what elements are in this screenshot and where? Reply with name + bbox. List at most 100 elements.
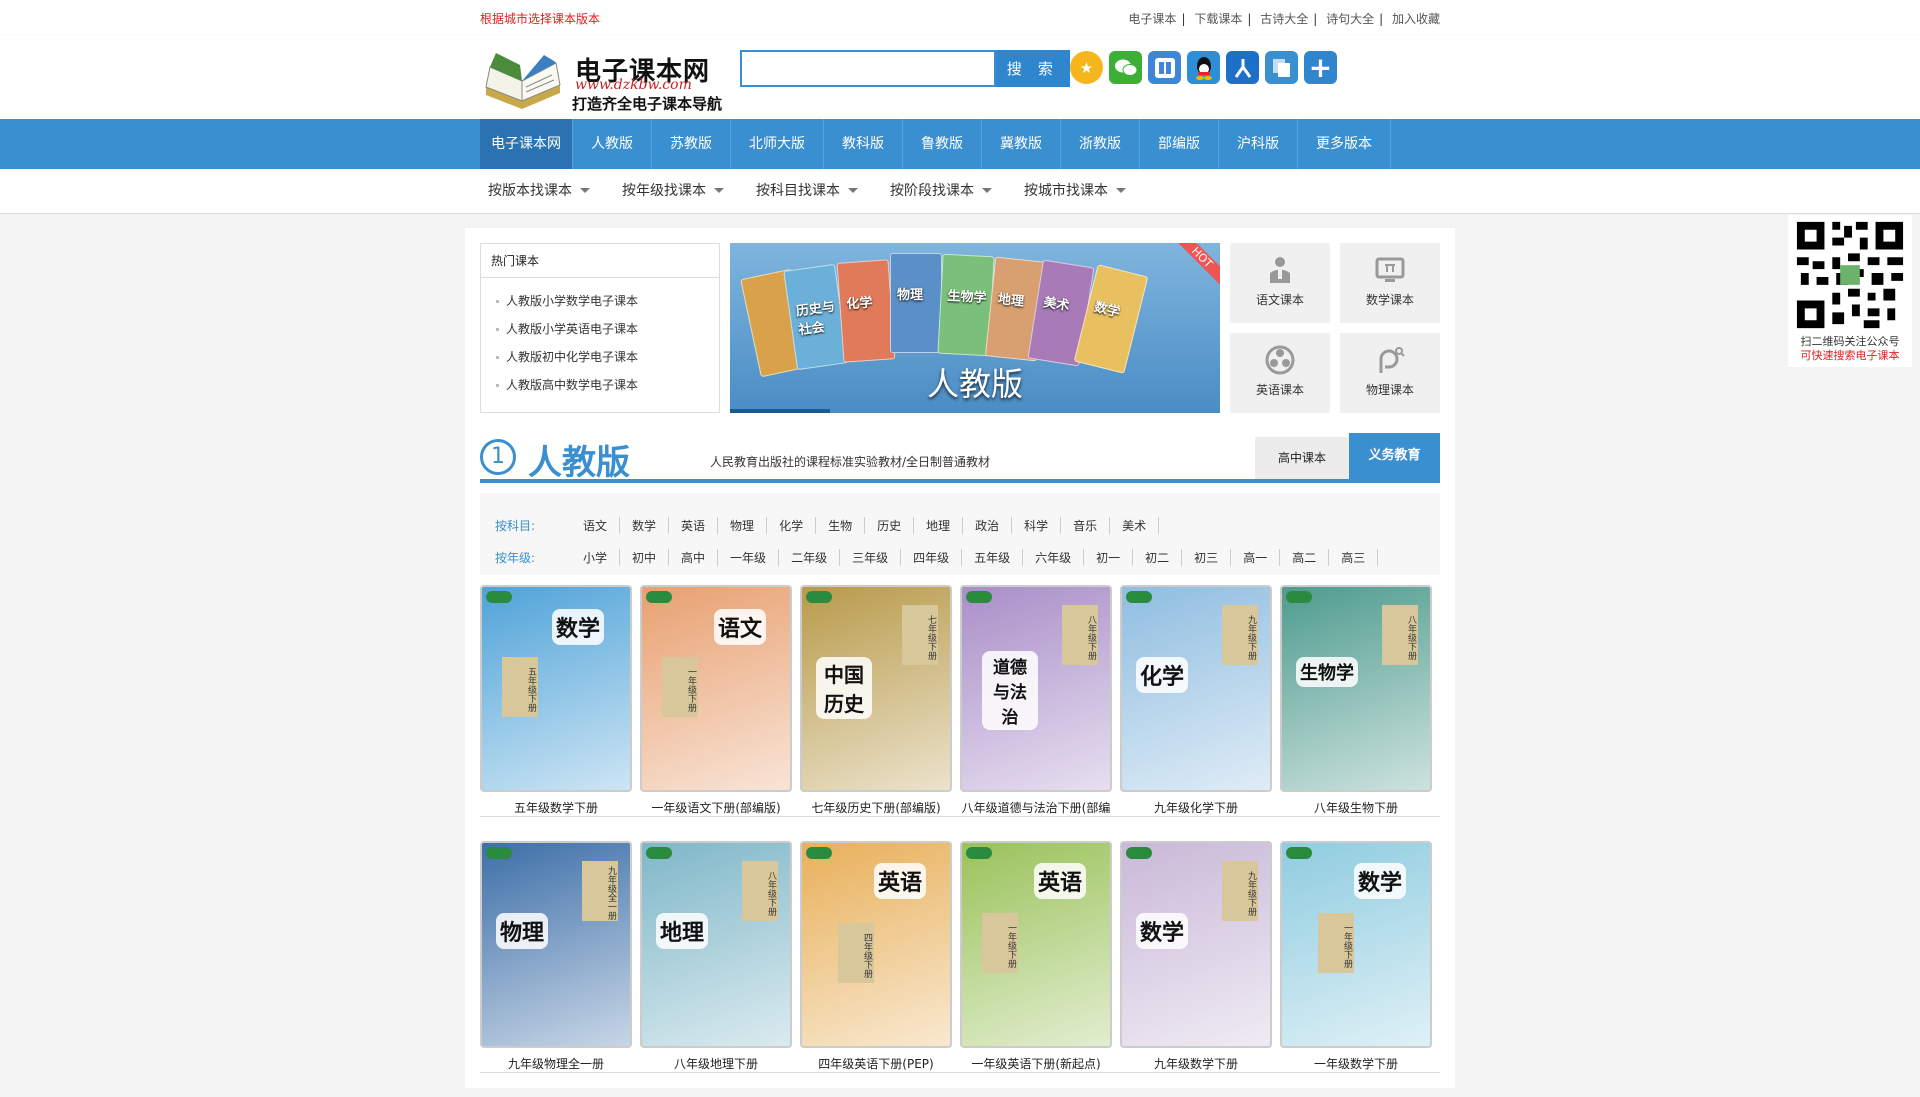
textbook-cover[interactable]: 生物学 八年级下册 xyxy=(1280,585,1432,792)
textbook-title[interactable]: 八年级地理下册 xyxy=(640,1055,792,1072)
filter-grade[interactable]: 高三 xyxy=(1329,549,1379,566)
filter-grade[interactable]: 高中 xyxy=(669,549,719,566)
nav-zhejiao[interactable]: 浙教版 xyxy=(1061,119,1140,169)
textbook-title[interactable]: 八年级道德与法治下册(部编 xyxy=(960,799,1112,816)
filter-grade[interactable]: 二年级 xyxy=(779,549,841,566)
filter-subject[interactable]: 数学 xyxy=(620,517,670,534)
filter-subject[interactable]: 历史 xyxy=(865,517,915,534)
textbook-card[interactable]: 语文 一年级下册 一年级语文下册(部编版) xyxy=(640,585,792,816)
filter-grade[interactable]: 三年级 xyxy=(840,549,902,566)
textbook-card[interactable]: 英语 一年级下册 一年级英语下册(新起点) xyxy=(960,841,1112,1072)
textbook-title[interactable]: 四年级英语下册(PEP) xyxy=(800,1055,952,1072)
nav-renjiao[interactable]: 人教版 xyxy=(573,119,652,169)
filter-subject[interactable]: 生物 xyxy=(816,517,866,534)
top-link-download[interactable]: 下载课本 xyxy=(1194,12,1242,26)
textbook-title[interactable]: 九年级化学下册 xyxy=(1120,799,1272,816)
filter-grade[interactable]: 小学 xyxy=(571,549,621,566)
tile-english[interactable]: 英语课本 xyxy=(1230,333,1330,413)
subnav-by-subject[interactable]: 按科目找课本 xyxy=(748,169,866,214)
textbook-card[interactable]: 物理 九年级全一册 九年级物理全一册 xyxy=(480,841,632,1072)
textbook-card[interactable]: 化学 九年级下册 九年级化学下册 xyxy=(1120,585,1272,816)
textbook-card[interactable]: 数学 一年级下册 一年级数学下册 xyxy=(1280,841,1432,1072)
copy-icon[interactable] xyxy=(1265,51,1298,84)
top-link-ebook[interactable]: 电子课本 xyxy=(1128,12,1176,26)
search-button[interactable]: 搜 索 xyxy=(995,50,1070,87)
filter-subject[interactable]: 语文 xyxy=(571,517,621,534)
textbook-card[interactable]: 英语 四年级下册 四年级英语下册(PEP) xyxy=(800,841,952,1072)
tab-compulsory[interactable]: 义务教育 xyxy=(1349,433,1440,479)
filter-subject[interactable]: 政治 xyxy=(963,517,1013,534)
textbook-title[interactable]: 五年级数学下册 xyxy=(480,799,632,816)
nav-home[interactable]: 电子课本网 xyxy=(480,119,573,169)
textbook-card[interactable]: 生物学 八年级下册 八年级生物下册 xyxy=(1280,585,1432,816)
filter-subject[interactable]: 音乐 xyxy=(1061,517,1111,534)
tile-chinese[interactable]: 语文课本 xyxy=(1230,243,1330,323)
textbook-cover[interactable]: 物理 九年级全一册 xyxy=(480,841,632,1048)
textbook-cover[interactable]: 数学 一年级下册 xyxy=(1280,841,1432,1048)
tile-math[interactable]: 数学课本 xyxy=(1340,243,1440,323)
textbook-card[interactable]: 数学 五年级下册 五年级数学下册 xyxy=(480,585,632,816)
filter-subject[interactable]: 科学 xyxy=(1012,517,1062,534)
textbook-title[interactable]: 一年级语文下册(部编版) xyxy=(640,799,792,816)
textbook-card[interactable]: 道德与法治 八年级下册 八年级道德与法治下册(部编 xyxy=(960,585,1112,816)
filter-grade[interactable]: 初一 xyxy=(1084,549,1134,566)
nav-huke[interactable]: 沪科版 xyxy=(1219,119,1298,169)
textbook-cover[interactable]: 道德与法治 八年级下册 xyxy=(960,585,1112,792)
subnav-by-edition[interactable]: 按版本找课本 xyxy=(480,169,598,214)
textbook-card[interactable]: 中国历史 七年级下册 七年级历史下册(部编版) xyxy=(800,585,952,816)
textbook-title[interactable]: 七年级历史下册(部编版) xyxy=(800,799,952,816)
nav-beishida[interactable]: 北师大版 xyxy=(731,119,824,169)
textbook-cover[interactable]: 中国历史 七年级下册 xyxy=(800,585,952,792)
nav-lujiao[interactable]: 鲁教版 xyxy=(903,119,982,169)
textbook-cover[interactable]: 英语 一年级下册 xyxy=(960,841,1112,1048)
textbook-title[interactable]: 八年级生物下册 xyxy=(1280,799,1432,816)
subnav-by-stage[interactable]: 按阶段找课本 xyxy=(882,169,1000,214)
textbook-title[interactable]: 九年级数学下册 xyxy=(1120,1055,1272,1072)
renren-icon[interactable] xyxy=(1226,51,1259,84)
textbook-cover[interactable]: 英语 四年级下册 xyxy=(800,841,952,1048)
filter-grade[interactable]: 初三 xyxy=(1182,549,1232,566)
filter-grade[interactable]: 五年级 xyxy=(962,549,1024,566)
filter-subject[interactable]: 地理 xyxy=(914,517,964,534)
textbook-title[interactable]: 九年级物理全一册 xyxy=(480,1055,632,1072)
filter-subject[interactable]: 化学 xyxy=(767,517,817,534)
filter-grade[interactable]: 高二 xyxy=(1280,549,1330,566)
textbook-cover[interactable]: 语文 一年级下册 xyxy=(640,585,792,792)
subnav-by-city[interactable]: 按城市找课本 xyxy=(1016,169,1134,214)
top-link-bookmark[interactable]: 加入收藏 xyxy=(1392,12,1440,26)
filter-grade[interactable]: 一年级 xyxy=(718,549,780,566)
nav-jijiao[interactable]: 冀教版 xyxy=(982,119,1061,169)
qq-icon[interactable] xyxy=(1187,51,1220,84)
textbook-card[interactable]: 地理 八年级下册 八年级地理下册 xyxy=(640,841,792,1072)
banner-slider[interactable]: 历史与社会 化学 物理 生物学 地理 美术 数学 HOT 人教版 xyxy=(730,243,1220,413)
top-link-verses[interactable]: 诗句大全 xyxy=(1326,12,1374,26)
search-input[interactable] xyxy=(740,50,996,87)
filter-grade[interactable]: 初中 xyxy=(620,549,670,566)
textbook-cover[interactable]: 地理 八年级下册 xyxy=(640,841,792,1048)
textbook-cover[interactable]: 化学 九年级下册 xyxy=(1120,585,1272,792)
top-link-poems[interactable]: 古诗大全 xyxy=(1260,12,1308,26)
site-logo[interactable]: 电子课本网 www.dzkbw.com 打造齐全电子课本导航 xyxy=(482,41,722,117)
city-select-tip[interactable]: 根据城市选择课本版本 xyxy=(480,10,600,27)
textbook-cover[interactable]: 数学 九年级下册 xyxy=(1120,841,1272,1048)
tab-high-school[interactable]: 高中课本 xyxy=(1255,437,1349,479)
hot-item[interactable]: 人教版高中数学电子课本 xyxy=(481,371,719,399)
filter-grade[interactable]: 四年级 xyxy=(901,549,963,566)
nav-more[interactable]: 更多版本 xyxy=(1298,119,1391,169)
tieba-icon[interactable] xyxy=(1148,51,1181,84)
more-share-icon[interactable]: + xyxy=(1304,51,1337,84)
textbook-card[interactable]: 数学 九年级下册 九年级数学下册 xyxy=(1120,841,1272,1072)
filter-subject[interactable]: 英语 xyxy=(669,517,719,534)
textbook-title[interactable]: 一年级数学下册 xyxy=(1280,1055,1432,1072)
filter-grade[interactable]: 高一 xyxy=(1231,549,1281,566)
qzone-icon[interactable]: ★ xyxy=(1070,51,1103,84)
filter-grade[interactable]: 六年级 xyxy=(1023,549,1085,566)
nav-jiaoke[interactable]: 教科版 xyxy=(824,119,903,169)
filter-subject[interactable]: 美术 xyxy=(1110,517,1160,534)
subnav-by-grade[interactable]: 按年级找课本 xyxy=(614,169,732,214)
textbook-cover[interactable]: 数学 五年级下册 xyxy=(480,585,632,792)
wechat-icon[interactable] xyxy=(1109,51,1142,84)
hot-item[interactable]: 人教版初中化学电子课本 xyxy=(481,343,719,371)
nav-sujiao[interactable]: 苏教版 xyxy=(652,119,731,169)
tile-physics[interactable]: 物理课本 xyxy=(1340,333,1440,413)
